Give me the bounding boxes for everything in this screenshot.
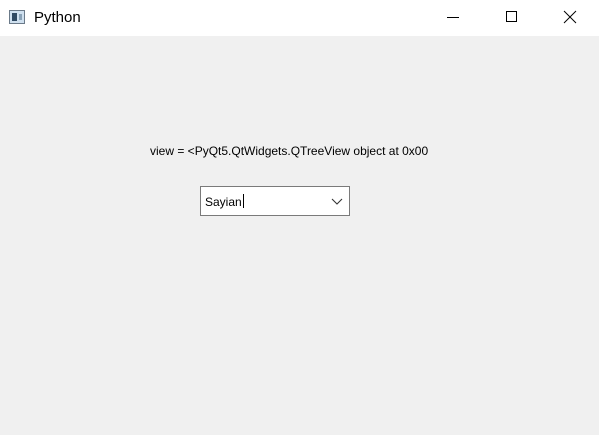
maximize-button[interactable] [482, 0, 540, 36]
combo-value[interactable]: Sayian [205, 194, 244, 210]
close-button[interactable] [541, 0, 599, 36]
title-bar[interactable]: Python [0, 0, 599, 36]
text-cursor [242, 194, 244, 208]
close-icon [563, 10, 577, 24]
combo-box[interactable]: Sayian [200, 186, 350, 216]
view-label: view = <PyQt5.QtWidgets.QTreeView object… [150, 144, 429, 158]
chevron-down-icon[interactable] [331, 196, 343, 206]
minimize-button[interactable] [424, 0, 482, 36]
minimize-icon [447, 17, 459, 18]
window-title: Python [34, 9, 81, 26]
app-icon [9, 10, 25, 24]
maximize-icon [506, 11, 517, 22]
window-client-area [0, 36, 599, 435]
